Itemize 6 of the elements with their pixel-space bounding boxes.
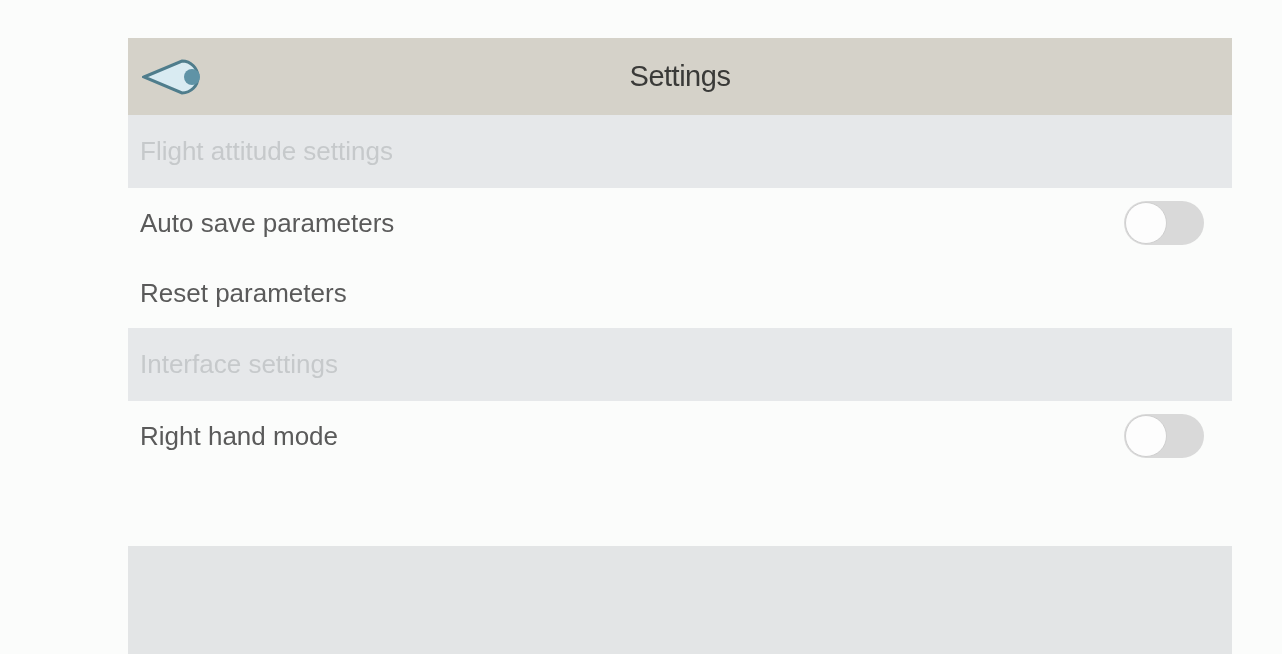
settings-option[interactable]: Reset parameters (140, 273, 347, 313)
setting-label: Right hand mode (140, 419, 339, 453)
setting-label: Auto save parameters (140, 206, 395, 240)
toggle-switch[interactable] (1124, 201, 1204, 245)
toggle-switch[interactable] (1124, 414, 1204, 458)
screen-title: Settings (629, 58, 731, 94)
